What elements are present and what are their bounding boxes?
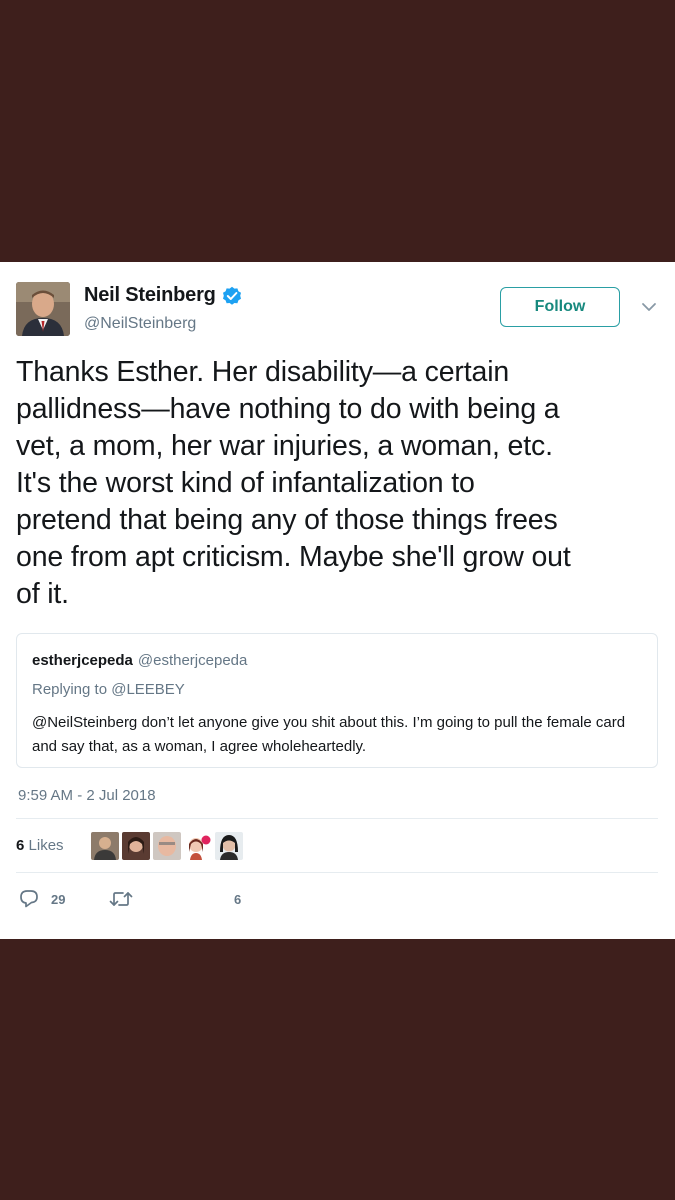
reply-action[interactable]: 29 (18, 889, 65, 909)
quoted-tweet-header: estherjcepeda @estherjcepeda (32, 652, 247, 669)
liker-avatar[interactable] (122, 832, 150, 860)
divider (16, 872, 658, 873)
liker-avatar[interactable] (153, 832, 181, 860)
tweet-timestamp[interactable]: 9:59 AM - 2 Jul 2018 (18, 787, 156, 804)
retweet-icon (108, 889, 134, 909)
likes-number: 6 (16, 837, 25, 854)
author-name[interactable]: Neil Steinberg (84, 284, 216, 307)
author-avatar[interactable] (16, 282, 70, 336)
liker-avatar[interactable] (215, 832, 243, 860)
like-count: 6 (234, 891, 242, 907)
likes-label: Likes (28, 837, 64, 854)
follow-button[interactable]: Follow (500, 287, 620, 327)
liker-avatar[interactable] (91, 832, 119, 860)
quoted-author-handle: @estherjcepeda (137, 652, 248, 669)
author-handle[interactable]: @NeilSteinberg (84, 315, 196, 333)
heart-icon (200, 889, 222, 909)
quoted-tweet-text: @NeilSteinberg don’t let anyone give you… (32, 714, 626, 755)
author-name-row: Neil Steinberg (84, 284, 242, 307)
like-action[interactable]: 6 (200, 889, 241, 909)
verified-badge-icon (222, 286, 242, 306)
liker-avatars (91, 832, 243, 860)
liker-avatar[interactable] (184, 832, 212, 860)
retweet-action[interactable] (108, 889, 140, 909)
reply-count: 29 (51, 891, 66, 907)
tweet-text: Thanks Esther. Her disability—a certain … (16, 356, 571, 610)
quoted-replying-to: Replying to @LEEBEY (32, 681, 185, 698)
quoted-tweet[interactable]: estherjcepeda @estherjcepeda Replying to … (16, 633, 658, 768)
quoted-author-name: estherjcepeda (32, 652, 133, 669)
likes-count[interactable]: 6 Likes (16, 837, 64, 854)
reply-icon (18, 889, 40, 909)
divider (16, 818, 658, 819)
chevron-down-icon[interactable] (640, 300, 658, 314)
tweet-card: Neil Steinberg @NeilSteinberg Follow Tha… (0, 262, 675, 939)
